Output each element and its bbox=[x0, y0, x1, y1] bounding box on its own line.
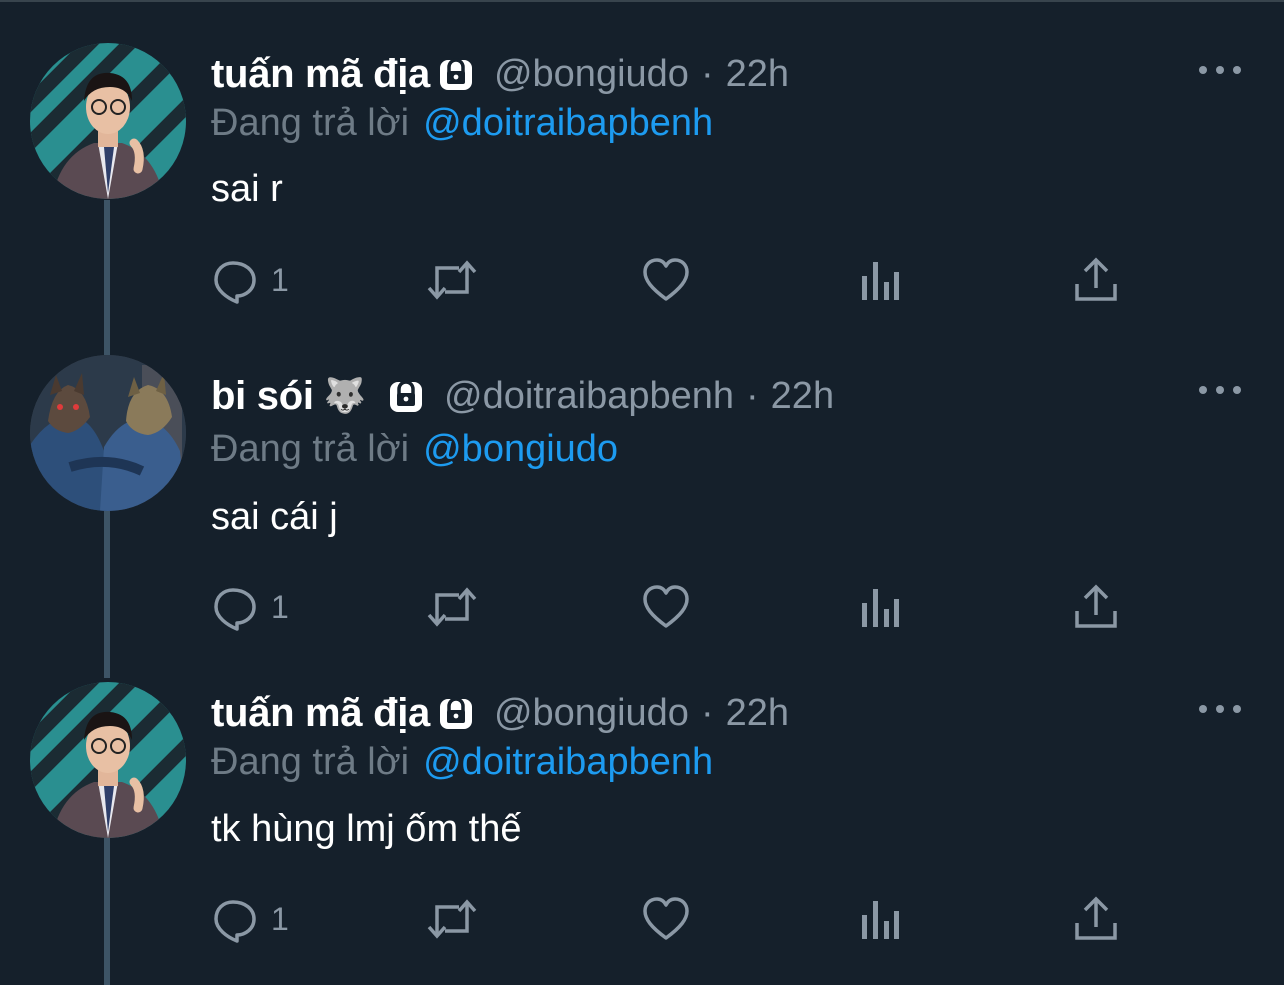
retweet-icon bbox=[427, 587, 477, 627]
share-button[interactable] bbox=[1073, 894, 1119, 944]
views-button[interactable] bbox=[859, 582, 901, 632]
share-icon bbox=[1075, 896, 1117, 940]
more-icon[interactable] bbox=[1196, 380, 1244, 400]
user-handle[interactable]: @doitraibapbenh bbox=[444, 375, 734, 418]
user-handle[interactable]: @bongiudo bbox=[494, 53, 689, 96]
lock-icon bbox=[386, 376, 426, 416]
reply-prefix: Đang trả lời bbox=[211, 740, 410, 783]
views-button[interactable] bbox=[859, 255, 901, 305]
analytics-icon bbox=[862, 262, 899, 300]
retweet-button[interactable] bbox=[425, 582, 479, 632]
thread-connector bbox=[104, 510, 110, 678]
reply-target-link[interactable]: @bongiudo bbox=[423, 428, 618, 471]
reply-context: Đang trả lời @bongiudo bbox=[211, 424, 618, 474]
separator: · bbox=[746, 374, 759, 417]
retweet-button[interactable] bbox=[425, 894, 479, 944]
display-name[interactable]: bi sói bbox=[211, 374, 314, 419]
tweet-actions: 1 bbox=[211, 582, 1131, 632]
analytics-icon bbox=[862, 589, 899, 627]
separator: · bbox=[700, 52, 714, 95]
thread-connector bbox=[104, 838, 110, 985]
like-button[interactable] bbox=[641, 894, 691, 944]
heart-icon bbox=[643, 897, 689, 940]
tweet-actions: 1 bbox=[211, 255, 1131, 305]
tweet-actions: 1 bbox=[211, 894, 1131, 944]
timestamp[interactable]: 22h bbox=[726, 692, 789, 735]
timestamp[interactable]: 22h bbox=[726, 53, 789, 96]
tweet-header: tuấn mã địa @bongiudo · 22h bbox=[211, 685, 789, 741]
tweet-header: tuấn mã địa @bongiudo · 22h bbox=[211, 46, 789, 102]
reply-icon bbox=[214, 261, 256, 304]
avatar[interactable] bbox=[30, 682, 186, 838]
reply-button[interactable]: 1 bbox=[211, 255, 289, 305]
tweet-text: sai r bbox=[211, 168, 283, 210]
heart-icon bbox=[643, 258, 689, 301]
retweet-icon bbox=[427, 899, 477, 939]
avatar[interactable] bbox=[30, 43, 186, 199]
timestamp[interactable]: 22h bbox=[771, 375, 834, 418]
wolf-emoji-icon: 🐺 bbox=[323, 377, 366, 415]
reply-context: Đang trả lời @doitraibapbenh bbox=[211, 737, 713, 787]
reply-target-link[interactable]: @doitraibapbenh bbox=[423, 741, 713, 784]
retweet-button[interactable] bbox=[425, 255, 479, 305]
more-icon[interactable] bbox=[1196, 60, 1244, 80]
reply-target-link[interactable]: @doitraibapbenh bbox=[423, 102, 713, 145]
avatar[interactable] bbox=[30, 355, 186, 511]
tweet-text: sai cái j bbox=[211, 496, 338, 538]
share-icon bbox=[1075, 257, 1117, 301]
views-button[interactable] bbox=[859, 894, 901, 944]
reply-count: 1 bbox=[271, 261, 289, 298]
lock-icon bbox=[436, 693, 476, 733]
retweet-icon bbox=[427, 260, 477, 300]
reply-count: 1 bbox=[271, 900, 289, 937]
share-icon bbox=[1075, 584, 1117, 628]
reply-icon bbox=[214, 900, 256, 943]
share-button[interactable] bbox=[1073, 255, 1119, 305]
separator: · bbox=[700, 691, 714, 734]
tweet-header: bi sói 🐺 @doitraibapbenh · 22h bbox=[211, 368, 834, 424]
thread-connector bbox=[104, 200, 110, 355]
display-name[interactable]: tuấn mã địa bbox=[211, 52, 430, 97]
reply-button[interactable]: 1 bbox=[211, 582, 289, 632]
reply-prefix: Đang trả lời bbox=[211, 427, 410, 470]
heart-icon bbox=[643, 585, 689, 628]
share-button[interactable] bbox=[1073, 582, 1119, 632]
like-button[interactable] bbox=[641, 582, 691, 632]
reply-button[interactable]: 1 bbox=[211, 894, 289, 944]
reply-context: Đang trả lời @doitraibapbenh bbox=[211, 98, 713, 148]
lock-icon bbox=[436, 54, 476, 94]
reply-icon bbox=[214, 588, 256, 631]
tweet-text: tk hùng lmj ốm thế bbox=[211, 808, 522, 850]
like-button[interactable] bbox=[641, 255, 691, 305]
reply-count: 1 bbox=[271, 588, 289, 625]
display-name[interactable]: tuấn mã địa bbox=[211, 691, 430, 736]
analytics-icon bbox=[862, 901, 899, 939]
tweet-thread: tuấn mã địa @bongiudo · 22h Đang trả lời… bbox=[0, 0, 1284, 985]
more-icon[interactable] bbox=[1196, 699, 1244, 719]
reply-prefix: Đang trả lời bbox=[211, 101, 410, 144]
user-handle[interactable]: @bongiudo bbox=[494, 692, 689, 735]
